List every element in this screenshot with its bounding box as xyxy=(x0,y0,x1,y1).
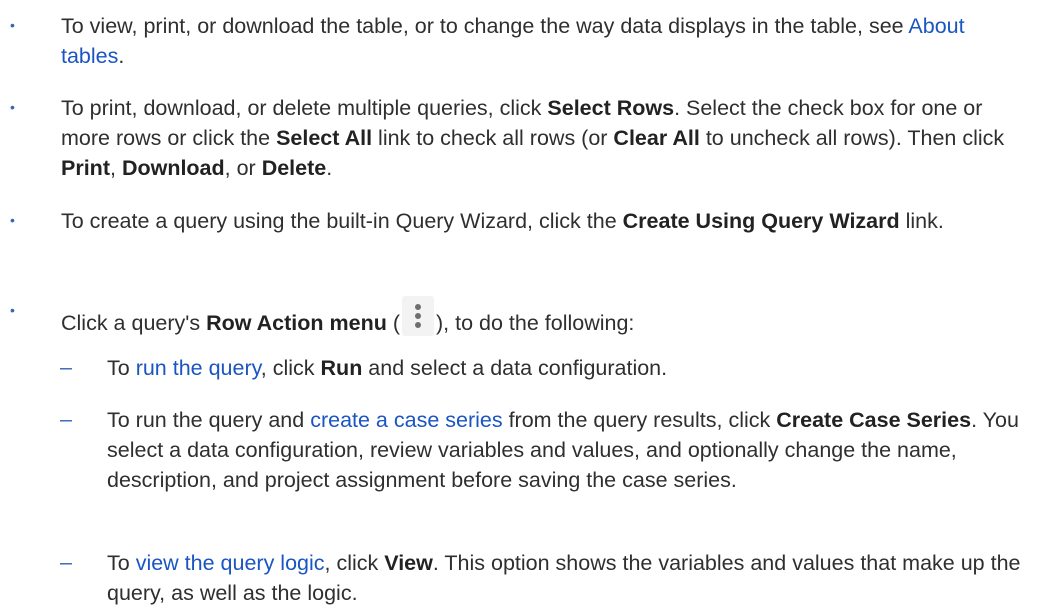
dash-icon: – xyxy=(60,407,72,431)
select-rows-label: Select Rows xyxy=(547,96,675,120)
text-segment: To create a query using the built-in Que… xyxy=(61,209,623,233)
text-segment: , click xyxy=(324,551,385,575)
bullet-icon: • xyxy=(10,302,15,318)
subitem-text: To view the query logic, click View. Thi… xyxy=(107,548,1025,608)
bullet-icon: • xyxy=(10,99,15,115)
text-segment: To run the query and xyxy=(107,408,311,432)
text-segment: , xyxy=(109,156,122,180)
print-label: Print xyxy=(61,156,110,180)
dash-icon: – xyxy=(60,550,72,574)
subitem-text: To run the query and create a case serie… xyxy=(107,405,1025,495)
item-text: To print, download, or delete multiple q… xyxy=(61,93,1021,183)
view-label: View xyxy=(384,551,433,575)
item-text: To view, print, or download the table, o… xyxy=(61,11,1021,71)
delete-label: Delete xyxy=(261,156,327,180)
text-segment: . xyxy=(326,156,333,180)
view-the-query-logic-link[interactable]: view the query logic xyxy=(136,551,325,575)
text-segment: link to check all rows (or xyxy=(372,126,614,150)
text-segment: To view, print, or download the table, o… xyxy=(61,14,909,38)
item-text: Click a query's Row Action menu ( ), to d… xyxy=(61,296,1021,338)
text-segment: to uncheck all rows). Then click xyxy=(699,126,1005,150)
create-a-case-series-link[interactable]: create a case series xyxy=(310,408,502,432)
text-segment: To xyxy=(107,356,136,380)
select-all-label: Select All xyxy=(276,126,373,150)
dash-icon: – xyxy=(60,355,72,379)
text-segment: . xyxy=(118,44,125,68)
text-segment: ( xyxy=(386,311,400,335)
run-the-query-link[interactable]: run the query xyxy=(136,356,261,380)
text-segment: from the query results, click xyxy=(502,408,777,432)
text-segment: Click a query's xyxy=(61,311,207,335)
bullet-icon: • xyxy=(10,212,15,228)
create-using-query-wizard-label: Create Using Query Wizard xyxy=(622,209,900,233)
text-segment: , or xyxy=(224,156,262,180)
subitem-text: To run the query, click Run and select a… xyxy=(107,353,1025,383)
create-case-series-label: Create Case Series xyxy=(776,408,972,432)
text-segment: ), to do the following: xyxy=(436,311,635,335)
kebab-vertical-icon xyxy=(402,296,434,336)
text-segment: link. xyxy=(899,209,944,233)
text-segment: , click xyxy=(260,356,321,380)
download-label: Download xyxy=(121,156,225,180)
item-text: To create a query using the built-in Que… xyxy=(61,206,1021,236)
text-segment: To print, download, or delete multiple q… xyxy=(61,96,548,120)
bullet-icon: • xyxy=(10,17,15,33)
clear-all-label: Clear All xyxy=(613,126,700,150)
run-label: Run xyxy=(320,356,363,380)
text-segment: To xyxy=(107,551,136,575)
row-action-menu-label: Row Action menu xyxy=(206,311,387,335)
text-segment: and select a data configuration. xyxy=(362,356,668,380)
